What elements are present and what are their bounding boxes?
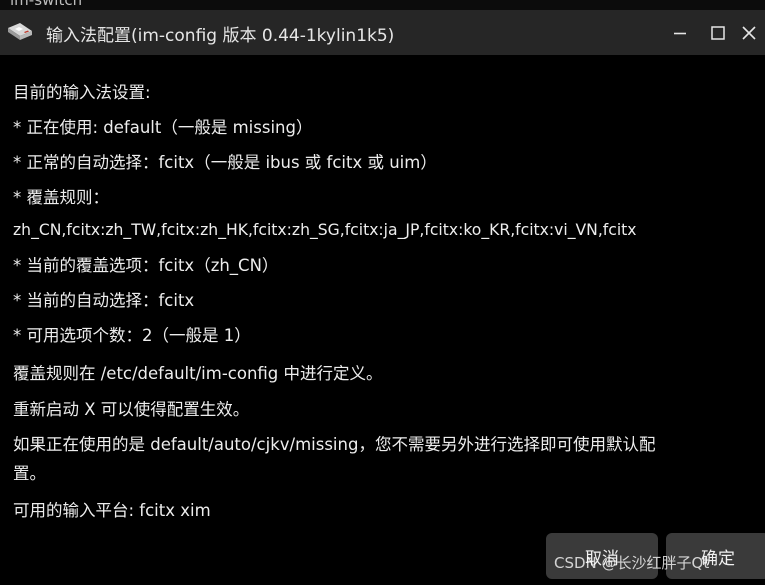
override-defined-in: 覆盖规则在 /etc/default/im-config 中进行定义。 bbox=[13, 364, 383, 383]
current-auto-choice: * 当前的自动选择：fcitx bbox=[13, 291, 195, 310]
title-bar[interactable]: 输入法配置(im-config 版本 0.44-1kylin1k5) bbox=[0, 10, 765, 55]
minimize-icon bbox=[674, 32, 686, 35]
normal-auto-choice: * 正常的自动选择：fcitx（一般是 ibus 或 fcitx 或 uim） bbox=[13, 153, 437, 172]
im-config-dialog: im-switch 输入法配置(im-config 版本 0.44-1kylin… bbox=[0, 0, 765, 585]
available-platforms: 可用的输入平台: fcitx xim bbox=[13, 501, 211, 520]
close-button[interactable] bbox=[734, 18, 764, 48]
background-window-title: im-switch bbox=[10, 0, 83, 9]
current-override: * 当前的覆盖选项：fcitx（zh_CN） bbox=[13, 256, 279, 275]
default-note: 如果正在使用的是 default/auto/cjkv/missing，您不需要另… bbox=[13, 435, 656, 454]
available-count: * 可用选项个数：2（一般是 1） bbox=[13, 326, 251, 345]
app-icon bbox=[8, 23, 32, 40]
default-note-cont: 置。 bbox=[13, 464, 46, 483]
override-rule-value: zh_CN,fcitx:zh_TW,fcitx:zh_HK,fcitx:zh_S… bbox=[13, 221, 637, 239]
maximize-button[interactable] bbox=[703, 18, 733, 48]
dialog-content: 目前的输入法设置: * 正在使用: default（一般是 missing） *… bbox=[0, 55, 765, 585]
minimize-button[interactable] bbox=[665, 18, 695, 48]
watermark: CSDN @长沙红胖子Qt bbox=[554, 554, 710, 572]
info-heading: 目前的输入法设置: bbox=[13, 83, 151, 102]
window-title: 输入法配置(im-config 版本 0.44-1kylin1k5) bbox=[46, 26, 395, 46]
close-icon bbox=[742, 26, 756, 40]
current-in-use: * 正在使用: default（一般是 missing） bbox=[13, 118, 313, 137]
maximize-icon bbox=[711, 26, 725, 40]
override-rule-label: * 覆盖规则： bbox=[13, 188, 109, 207]
restart-note: 重新启动 X 可以使得配置生效。 bbox=[13, 400, 250, 419]
